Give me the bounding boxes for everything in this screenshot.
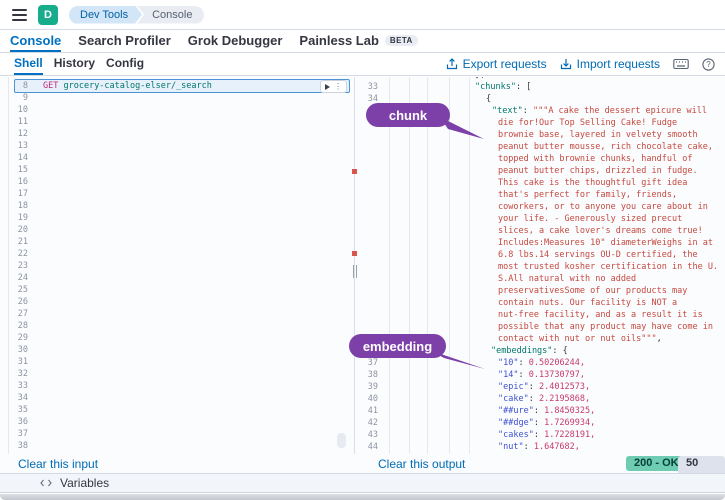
editor-line: 32 [0,368,354,380]
window-bottom-edge [0,494,725,500]
editor-line: 11 [0,116,354,128]
breadcrumb: Dev Tools Console [69,6,204,24]
chunk-callout: chunk [366,103,450,127]
svg-text:?: ? [706,60,711,69]
request-menu-icon[interactable]: ⋮ [334,83,342,91]
menu-icon[interactable] [12,9,27,21]
tab-search-profiler[interactable]: Search Profiler [78,30,171,52]
top-navigation-bar: D Dev Tools Console [0,0,725,30]
breadcrumb-dev-tools[interactable]: Dev Tools [69,6,142,24]
import-icon [560,58,572,70]
editor-line: 13 [0,140,354,152]
response-line: 42"##dge": 1.7269934, [355,417,725,429]
subtab-history[interactable]: History [54,53,95,75]
response-line: 39"epic": 2.4012573, [355,381,725,393]
response-line: your life. - Generously sized precut [355,213,725,225]
deployment-logo[interactable]: D [38,5,58,25]
editor-line: 31 [0,356,354,368]
editor-line: 36 [0,416,354,428]
response-line: Includes:Measures 10" diameterWeighs in … [355,237,725,249]
beta-badge: BETA [385,35,418,46]
dev-tools-tabs: Console Search Profiler Grok Debugger Pa… [0,30,725,53]
response-line: 33"chunks": [ [355,81,725,93]
editor-line: 22 [0,248,354,260]
tab-painless-lab[interactable]: Painless Lab BETA [299,30,417,52]
variables-label: Variables [60,476,109,490]
editor-line: 16 [0,176,354,188]
clear-output-link[interactable]: Clear this output [378,457,465,471]
response-line: nut-free facility, and as a result it is [355,309,725,321]
response-line: This cake is the thoughtful gift idea [355,177,725,189]
export-requests-button[interactable]: Export requests [446,57,547,71]
editor-line: 30 [0,344,354,356]
editor-line: 21 [0,236,354,248]
editor-line: 25 [0,284,354,296]
response-line: 43"cakes": 1.7228191, [355,429,725,441]
response-line: peanut butter chips, drizzled in fudge. [355,165,725,177]
response-lines: 32},33"chunks": [34{"text": """A cake th… [355,77,725,453]
request-editor[interactable]: 78GET grocery-catalog-elser/_search91011… [0,77,354,454]
editor-line: 26 [0,296,354,308]
response-line: 44"nut": 1.647682, [355,441,725,453]
embedding-callout: embedding [349,334,446,358]
response-line: topped with brownie chunks, handful of [355,153,725,165]
send-request-button[interactable] [325,84,330,90]
help-icon[interactable]: ? [702,58,715,71]
editor-line: 20 [0,224,354,236]
response-line: brownie base, layered in velvety smooth [355,129,725,141]
response-line: coworkers, or to anyone you care about i… [355,201,725,213]
editor-line: 18 [0,200,354,212]
response-line: peanut butter mousse, rich chocolate cak… [355,141,725,153]
editor-line: 38 [0,440,354,452]
kibana-console-window: D Dev Tools Console Console Search Profi… [0,0,725,500]
response-line: 6.8 lbs.14 servings OU-D certified, the [355,249,725,261]
editor-line: 35 [0,404,354,416]
request-lines: 78GET grocery-catalog-elser/_search91011… [0,77,354,452]
response-line: that's perfect for family, friends, [355,189,725,201]
clear-input-link[interactable]: Clear this input [18,457,98,471]
editor-line: 24 [0,272,354,284]
editor-line: 10 [0,104,354,116]
editor-line: 14 [0,152,354,164]
editor-line: 23 [0,260,354,272]
tab-grok-debugger[interactable]: Grok Debugger [188,30,283,52]
export-icon [446,58,458,70]
response-line: 38"14": 0.13730797, [355,369,725,381]
response-line: 37"10": 0.50206244, [355,357,725,369]
code-icon [40,478,52,488]
subtab-shell[interactable]: Shell [14,53,43,75]
console-toolbar: Shell History Config Export requests Imp… [0,53,725,76]
editor-line: 9 [0,92,354,104]
response-line: S.All natural with no added [355,273,725,285]
editor-line: 28 [0,320,354,332]
response-line: 41"##ure": 1.8450325, [355,405,725,417]
subtab-config[interactable]: Config [106,53,144,75]
response-line: most trusted kosher certification in the… [355,261,725,273]
response-line: possible that any product may have come … [355,321,725,333]
variables-bar[interactable]: Variables [0,473,725,493]
breadcrumb-console[interactable]: Console [137,6,204,24]
request-actions: ⋮ [320,80,347,93]
editor-line: 37 [0,428,354,440]
editor-line: 12 [0,128,354,140]
tab-console[interactable]: Console [10,30,61,52]
editor-line: 15 [0,164,354,176]
editor-line: 29 [0,332,354,344]
editor-line: 17 [0,188,354,200]
response-line: contain nuts. Our facility is NOT a [355,297,725,309]
response-line: preservativesSome of our products may [355,285,725,297]
editor-workspace: 78GET grocery-catalog-elser/_search91011… [0,77,725,473]
editor-line[interactable]: 8GET grocery-catalog-elser/_search [0,80,354,92]
editor-line: 19 [0,212,354,224]
response-line: 40"cake": 2.2195868, [355,393,725,405]
keyboard-shortcuts-icon[interactable] [673,58,689,70]
editor-line: 33 [0,380,354,392]
editor-line: 34 [0,392,354,404]
response-line: slices, a cake lover's dreams come true! [355,225,725,237]
editor-line: 27 [0,308,354,320]
import-requests-button[interactable]: Import requests [560,57,660,71]
response-editor[interactable]: 32},33"chunks": [34{"text": """A cake th… [355,77,725,454]
